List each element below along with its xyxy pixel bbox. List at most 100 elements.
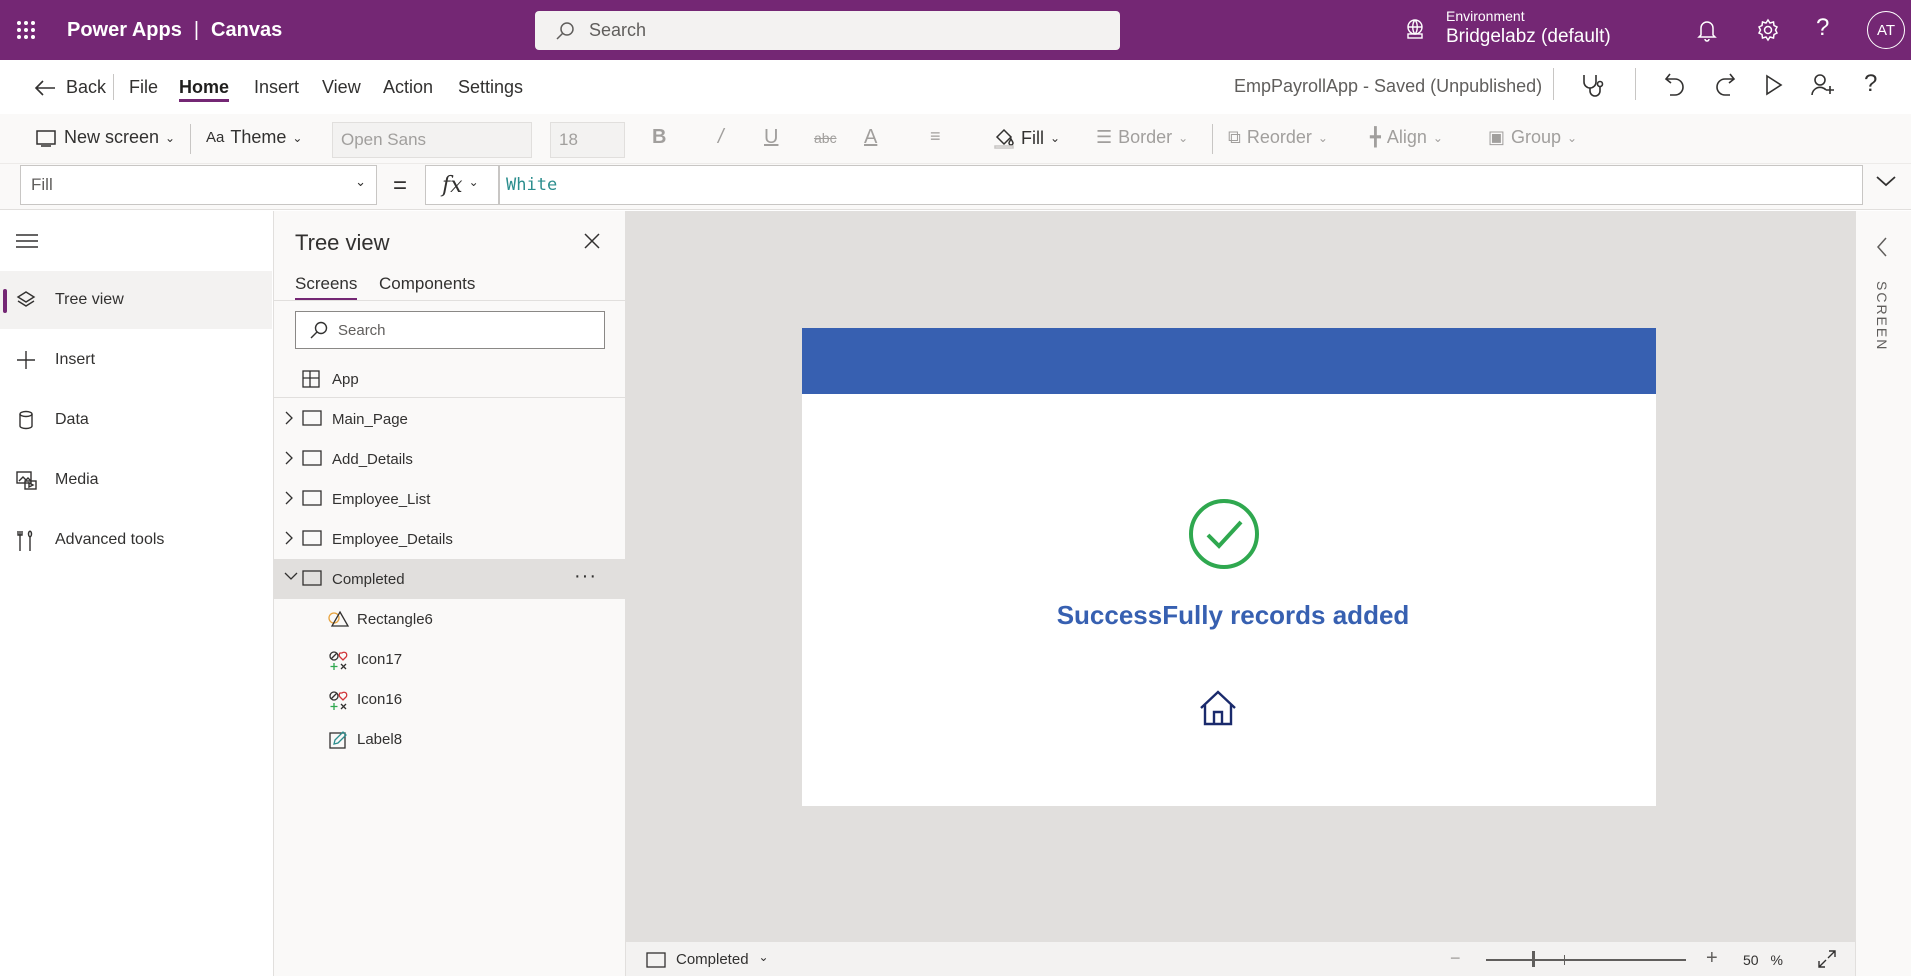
environment-picker[interactable]: Environment Bridgelabz (default) [1446,8,1611,48]
chevron-down-icon[interactable] [284,571,298,581]
divider [113,74,114,100]
hamburger-icon[interactable] [16,233,38,249]
tree-item-screen[interactable]: Add_Details [274,439,626,479]
header-rectangle[interactable] [802,328,1656,394]
play-icon[interactable] [1765,74,1783,96]
menu-file[interactable]: File [129,77,158,98]
share-icon[interactable] [1810,72,1836,98]
screen-selector[interactable]: Completed ⌄ [646,950,769,968]
top-bar: Power Apps | Canvas Search Environment B… [0,0,1911,60]
formula-input[interactable]: White [499,165,1863,205]
fit-to-window-icon[interactable] [1818,950,1836,968]
tree-item-control[interactable]: Label8 [274,719,626,759]
underline-icon[interactable]: U [764,126,778,149]
theme-label: Theme [230,127,287,147]
chevron-left-icon[interactable] [1876,237,1888,257]
group-button[interactable]: ▣ Group ⌄ [1488,127,1577,148]
success-label[interactable]: SuccessFully records added [802,600,1656,631]
menu-action[interactable]: Action [383,77,433,98]
nav-tree-view[interactable]: Tree view [0,271,272,329]
tree-item-screen[interactable]: Employee_List [274,479,626,519]
chevron-right-icon[interactable] [284,411,294,425]
chevron-right-icon[interactable] [284,491,294,505]
help-icon[interactable]: ? [1864,70,1877,98]
nav-media[interactable]: Media [0,451,272,509]
function-picker[interactable]: fx ⌄ [425,165,499,205]
avatar[interactable]: AT [1867,11,1905,49]
checkmark-circle-icon[interactable] [1188,498,1260,570]
group-label: Group [1511,127,1562,147]
app-name[interactable]: Power Apps [67,19,182,42]
redo-icon[interactable] [1714,72,1736,96]
bell-icon[interactable] [1696,18,1718,42]
chevron-right-icon[interactable] [284,451,294,465]
reorder-button[interactable]: ⧉ Reorder ⌄ [1228,127,1328,148]
back-button[interactable]: Back [34,77,106,98]
home-icon[interactable] [1199,690,1237,726]
tab-components[interactable]: Components [379,274,475,294]
close-icon[interactable] [584,233,600,249]
font-color-icon[interactable]: A [864,126,877,149]
chevron-right-icon[interactable] [284,531,294,545]
menu-home[interactable]: Home [179,77,229,98]
tree-item-control[interactable]: Icon17 [274,639,626,679]
new-screen-button[interactable]: New screen ⌄ [36,127,175,148]
tree-item-screen-selected[interactable]: Completed ··· [274,559,626,599]
menu-insert[interactable]: Insert [254,77,299,98]
font-family-dropdown[interactable]: Open Sans [332,122,532,158]
property-dropdown[interactable]: Fill ⌄ [20,165,377,205]
expand-formula-icon[interactable] [1875,174,1897,188]
tree-item-label: Main_Page [332,411,408,428]
panel-label[interactable]: SCREEN [1874,281,1890,351]
icons-icon [328,650,350,672]
text-align-icon[interactable]: ≡ [930,126,941,147]
strikethrough-icon[interactable]: abc [814,130,837,146]
tree-search-input[interactable]: Search [295,311,605,349]
nav-data[interactable]: Data [0,391,272,449]
tree-item-screen[interactable]: Employee_Details [274,519,626,559]
screen-icon [302,450,322,466]
zoom-in-button[interactable]: + [1706,947,1718,970]
theme-button[interactable]: Aa Theme ⌄ [206,127,302,148]
more-options-icon[interactable]: ··· [574,565,597,588]
fill-button[interactable]: Fill ⌄ [993,127,1060,149]
search-icon [556,21,574,40]
chevron-down-icon: ⌄ [1567,130,1578,145]
global-search-input[interactable]: Search [535,11,1120,50]
screen-icon [302,410,322,426]
tree-item-label: Icon17 [357,651,403,668]
tree-item-label: Add_Details [332,451,413,468]
italic-icon[interactable]: / [718,126,724,149]
bold-icon[interactable]: B [652,126,666,149]
tree-item-screen[interactable]: Main_Page [274,399,626,439]
tree-item-app[interactable]: App [274,359,626,399]
menu-view[interactable]: View [322,77,361,98]
zoom-slider-thumb[interactable] [1532,951,1535,967]
nav-advanced-tools[interactable]: Advanced tools [0,511,272,569]
plus-icon [16,350,36,370]
reorder-label: Reorder [1246,127,1312,147]
new-screen-icon [36,129,56,147]
help-icon[interactable]: ? [1816,14,1829,42]
app-checker-icon[interactable] [1580,72,1606,98]
zoom-slider[interactable] [1486,959,1686,961]
zoom-out-button[interactable]: − [1450,948,1461,969]
menu-settings[interactable]: Settings [458,77,523,98]
undo-icon[interactable] [1664,72,1686,96]
tree-item-control[interactable]: Icon16 [274,679,626,719]
zoom-unit: % [1770,952,1783,968]
nav-insert[interactable]: Insert [0,331,272,389]
gear-icon[interactable] [1756,18,1780,42]
app-screen-completed[interactable]: SuccessFully records added [802,328,1656,806]
back-arrow-icon [34,79,55,96]
environment-icon [1404,18,1426,40]
tree-item-control[interactable]: Rectangle6 [274,599,626,639]
app-launcher-icon[interactable] [16,20,36,40]
status-bar: Completed ⌄ − + 50 % [626,941,1855,976]
border-button[interactable]: ☰ Border ⌄ [1096,127,1188,148]
align-button[interactable]: ╋ Align ⌄ [1370,127,1443,148]
tab-screens[interactable]: Screens [295,274,357,294]
divider [274,300,626,301]
font-size-dropdown[interactable]: 18 [550,122,625,158]
layers-icon [16,290,36,310]
